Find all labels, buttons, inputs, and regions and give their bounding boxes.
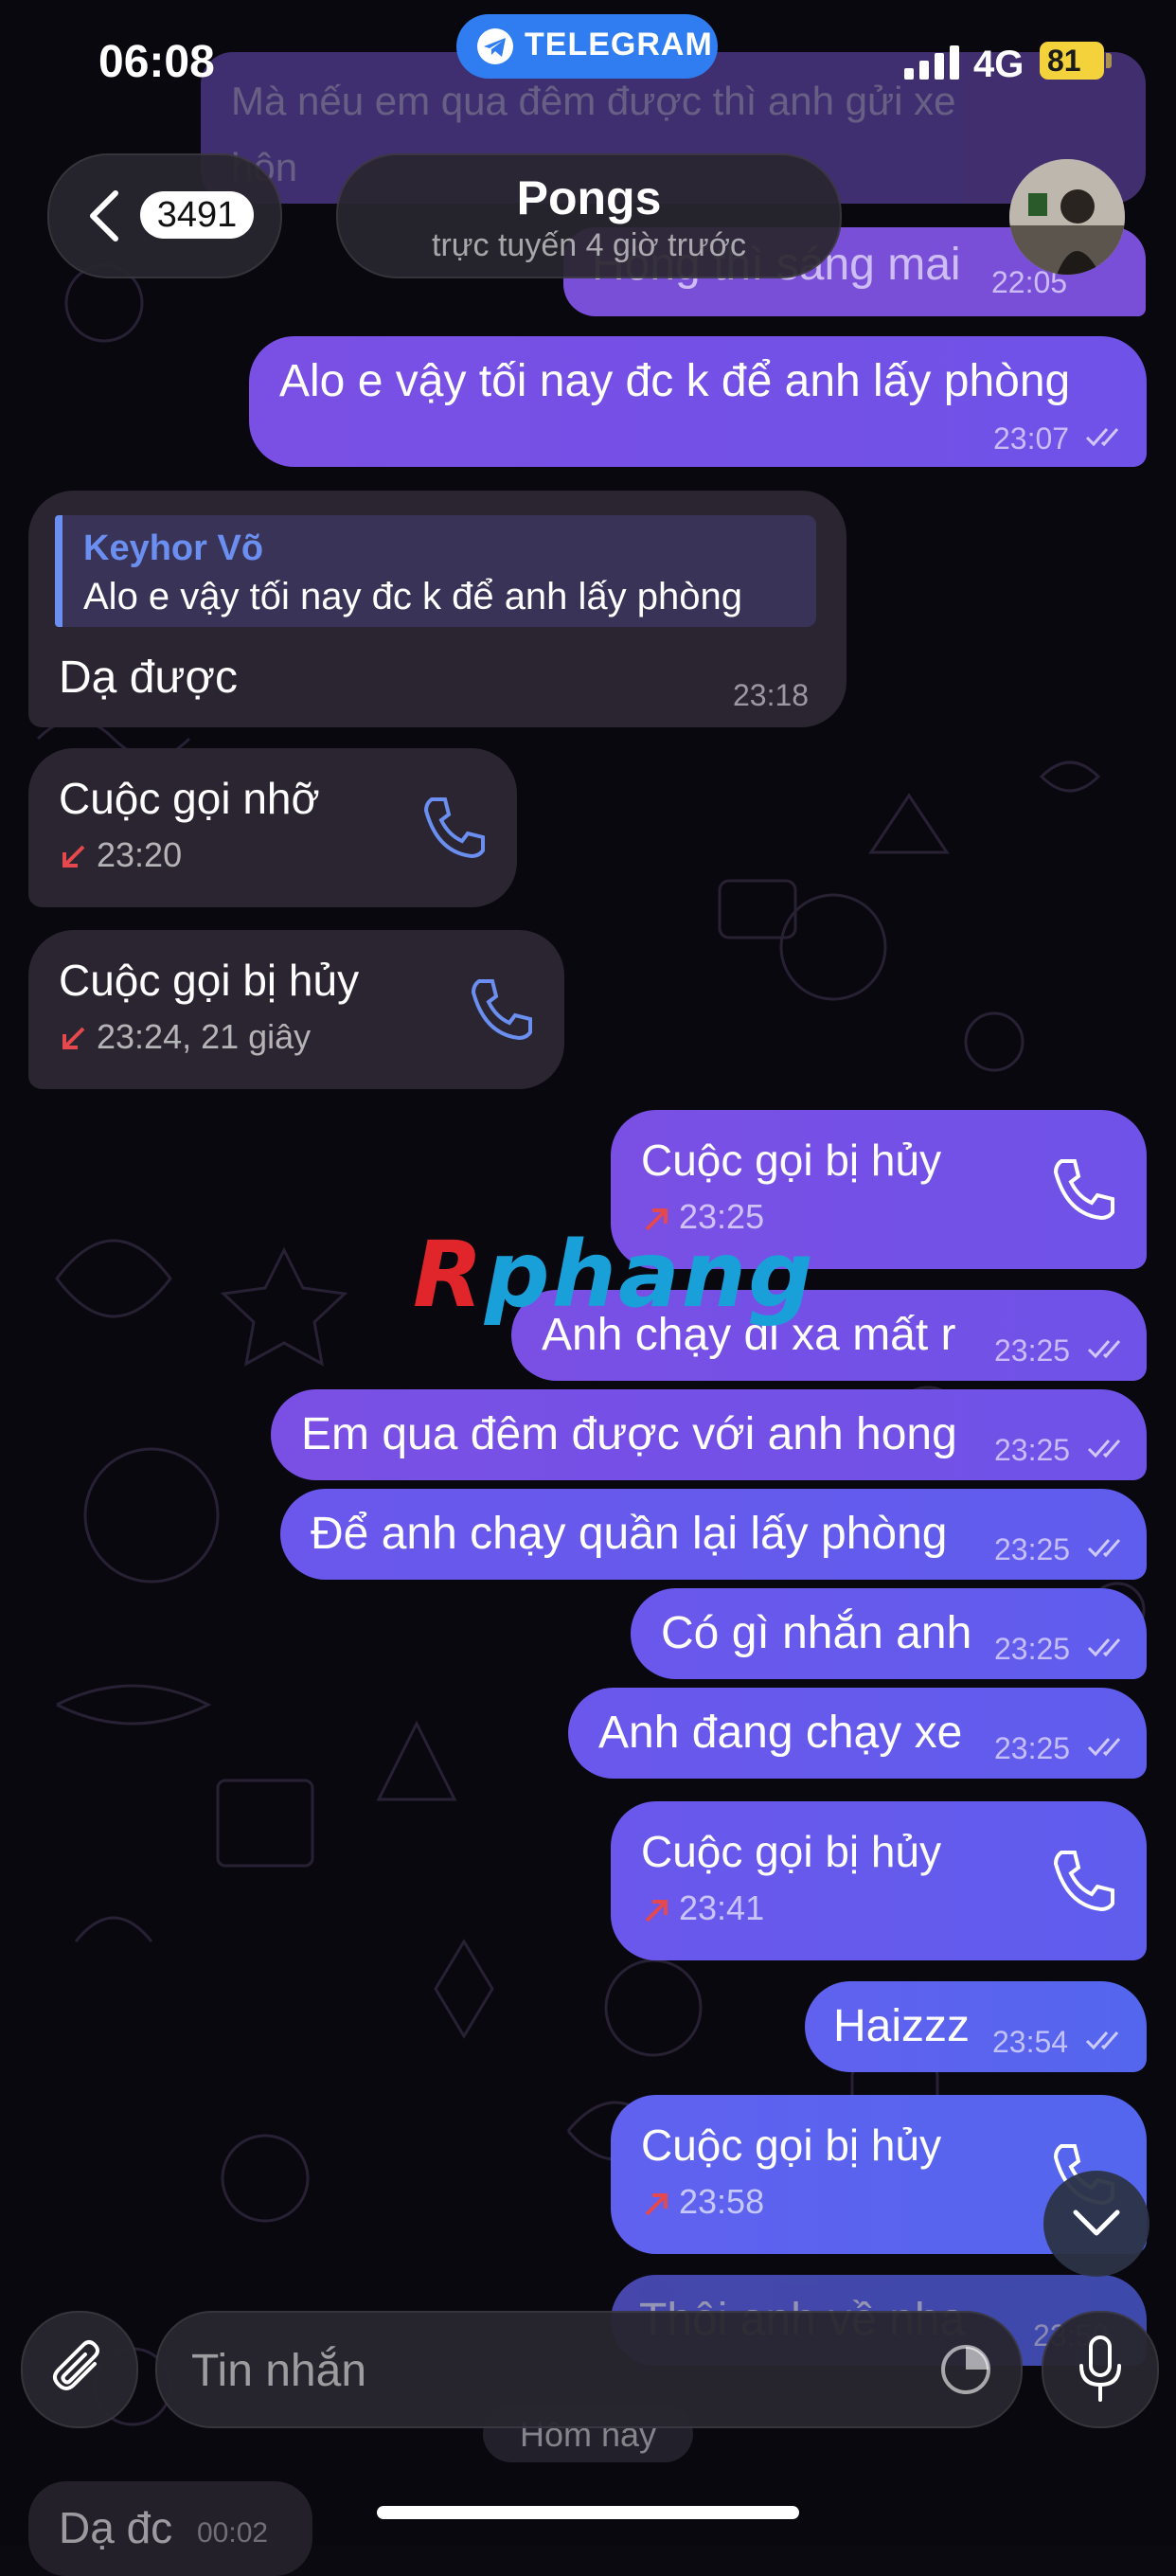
battery-level: 81 (1047, 44, 1081, 78)
call-title: Cuộc gọi bị hủy (641, 1136, 942, 1185)
avatar[interactable] (1009, 159, 1125, 275)
message-time: 23:25 (994, 1731, 1071, 1765)
message-bubble-outgoing[interactable]: Haizzz 23:54 (805, 1981, 1147, 2072)
double-check-icon (1085, 2031, 1119, 2050)
message-bubble-outgoing[interactable]: Có gì nhắn anh 23:25 (631, 1588, 1147, 1679)
watermark-text: phang (484, 1222, 815, 1328)
message-text: Haizzz (833, 2001, 971, 2051)
missed-call-arrow-icon (62, 1027, 85, 1049)
microphone-button[interactable] (1042, 2311, 1159, 2428)
chevron-down-icon (1073, 2209, 1120, 2236)
call-detail: 23:58 (679, 2182, 765, 2221)
call-detail: 23:24, 21 giây (97, 1017, 312, 1056)
message-time: 00:02 (197, 2517, 269, 2549)
double-check-icon (1087, 1638, 1121, 1657)
paper-plane-icon (477, 28, 513, 64)
microphone-icon (1079, 2335, 1121, 2402)
status-time: 06:08 (98, 37, 215, 87)
message-bubble-outgoing[interactable]: Em qua đêm được với anh hong 23:25 (271, 1389, 1147, 1480)
battery-tip (1106, 53, 1112, 68)
network-type: 4G (973, 44, 1025, 85)
message-time: 23:25 (994, 1433, 1071, 1467)
message-text: Em qua đêm được với anh hong (301, 1409, 957, 1459)
outgoing-call-arrow-icon (645, 1900, 668, 1923)
call-title: Cuộc gọi bị hủy (641, 2120, 942, 2170)
missed-call-arrow-icon (62, 845, 85, 868)
message-text: Anh đang chạy xe (598, 1708, 963, 1758)
chevron-left-icon (90, 190, 118, 242)
message-time: 23:25 (994, 1632, 1071, 1666)
message-bubble-outgoing[interactable]: Để anh chạy quần lại lấy phòng 23:25 (280, 1489, 1147, 1580)
watermark-letter: R (413, 1222, 485, 1328)
double-check-icon (1087, 1340, 1121, 1359)
contact-name: Pongs (516, 171, 662, 224)
call-detail: 23:20 (97, 835, 183, 874)
call-title: Cuộc gọi bị hủy (59, 956, 360, 1005)
outgoing-call-arrow-icon (645, 2193, 668, 2216)
message-time: 23:54 (992, 2025, 1069, 2059)
phone-icon[interactable] (419, 794, 485, 860)
signal-icon (904, 45, 959, 80)
reply-author: Keyhor Võ (83, 528, 264, 568)
back-button[interactable]: 3491 (47, 153, 282, 278)
telegram-label: TELEGRAM (525, 27, 713, 63)
sticker-icon[interactable] (937, 2341, 994, 2398)
reply-preview[interactable]: Keyhor Võ Alo e vậy tối nay đc k để anh … (55, 515, 816, 627)
call-title: Cuộc gọi bị hủy (641, 1827, 942, 1876)
unread-count-badge: 3491 (140, 191, 254, 239)
contact-status: trực tuyến 4 giờ trước (432, 227, 746, 263)
message-bubble-incoming[interactable]: Dạ đc 00:02 (28, 2481, 312, 2576)
telegram-pill[interactable]: TELEGRAM (456, 14, 718, 79)
message-bubble-outgoing[interactable]: Anh đang chạy xe 23:25 (568, 1688, 1147, 1779)
message-time: 23:18 (733, 678, 810, 712)
call-bubble-incoming[interactable]: Cuộc gọi bị hủy 23:24, 21 giây (28, 930, 564, 1089)
phone-icon[interactable] (1048, 1847, 1114, 1913)
watermark-logo: Rphang (413, 1222, 815, 1328)
home-indicator (377, 2506, 799, 2519)
phone-icon[interactable] (466, 975, 532, 1042)
attach-button[interactable] (21, 2311, 138, 2428)
message-time: 23:07 (993, 421, 1070, 456)
phone-icon[interactable] (1048, 1155, 1114, 1222)
message-time: 23:25 (994, 1532, 1071, 1566)
chat-title[interactable]: Pongs trực tuyến 4 giờ trước (336, 153, 842, 278)
message-input[interactable] (189, 2341, 913, 2400)
message-text: Alo e vậy tối nay đc k để anh lấy phòng (279, 356, 1071, 406)
call-bubble-outgoing[interactable]: Cuộc gọi bị hủy 23:41 (611, 1801, 1147, 1960)
avatar-photo (1009, 159, 1125, 275)
double-check-icon (1085, 428, 1119, 447)
scroll-down-button[interactable] (1043, 2171, 1149, 2277)
paperclip-icon (53, 2340, 99, 2390)
call-bubble-incoming[interactable]: Cuộc gọi nhỡ 23:20 (28, 748, 517, 907)
reply-text: Alo e vậy tối nay đc k để anh lấy phòng (83, 576, 743, 617)
call-title: Cuộc gọi nhỡ (59, 774, 320, 823)
double-check-icon (1087, 1440, 1121, 1458)
message-input-container[interactable] (155, 2311, 1023, 2428)
message-text: Dạ được (59, 653, 238, 703)
message-bubble-outgoing[interactable]: Alo e vậy tối nay đc k để anh lấy phòng … (249, 336, 1147, 467)
message-time: 23:25 (994, 1333, 1071, 1368)
battery-indicator: 81 (1040, 42, 1104, 80)
call-detail: 23:41 (679, 1888, 765, 1927)
message-text: Để anh chạy quần lại lấy phòng (311, 1509, 948, 1559)
double-check-icon (1087, 1738, 1121, 1757)
double-check-icon (1087, 1539, 1121, 1558)
message-text: Có gì nhắn anh (661, 1608, 972, 1658)
partial-bubble-line1: Mà nếu em qua đêm được thì anh gửi xe (231, 79, 956, 123)
